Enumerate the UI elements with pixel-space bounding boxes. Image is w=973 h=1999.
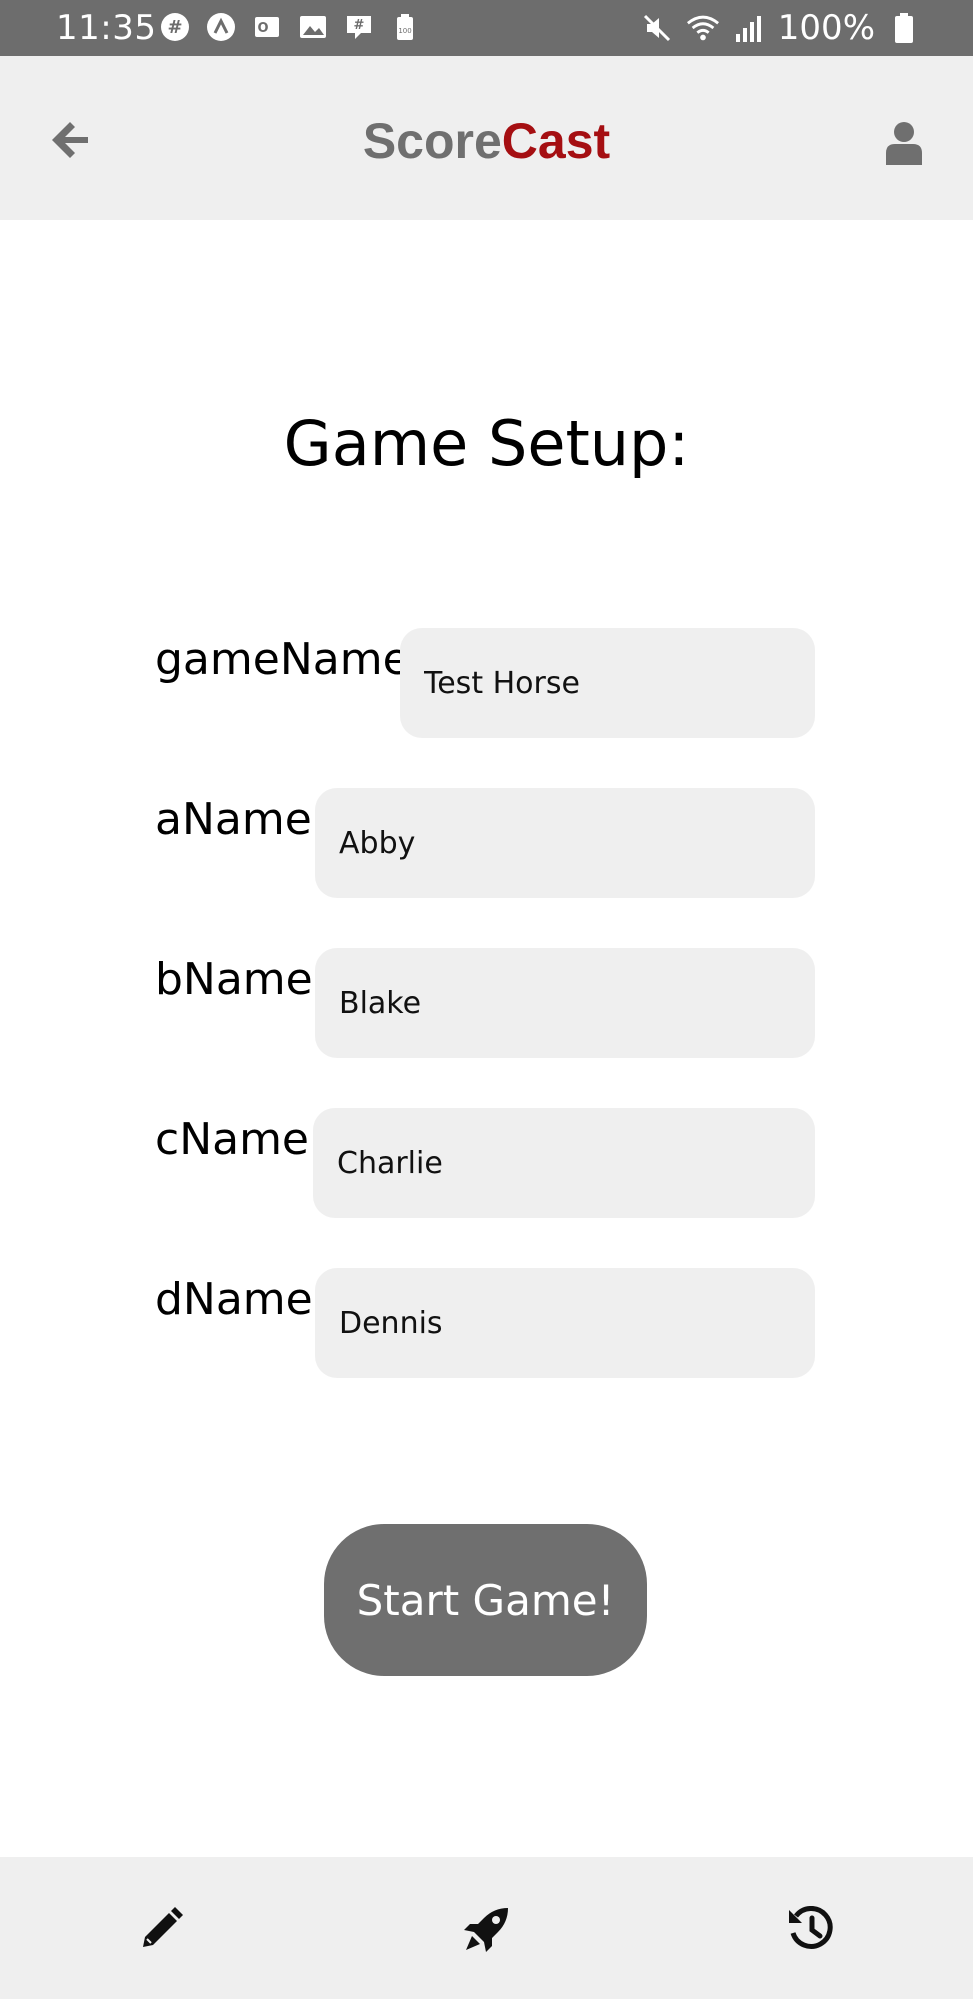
app-title-cast: Cast [501, 113, 611, 169]
wifi-icon [686, 11, 720, 45]
svg-text:O: O [257, 21, 268, 36]
d-name-label: dName: [155, 1274, 328, 1325]
status-bar: 11:35 # O # 100 100% [0, 0, 973, 56]
battery-icon [887, 11, 921, 45]
game-name-input[interactable] [400, 628, 815, 738]
b-name-input[interactable] [315, 948, 815, 1058]
nav-edit-button[interactable] [137, 1905, 185, 1953]
mute-icon [640, 11, 674, 45]
rocket-icon [464, 1908, 508, 1952]
c-name-label: cName: [155, 1114, 324, 1165]
svg-text:#: # [354, 18, 365, 33]
bottom-nav [0, 1857, 973, 1999]
history-icon [789, 1906, 833, 1949]
nav-history-button[interactable] [787, 1905, 835, 1953]
user-icon [886, 122, 922, 165]
app-header: ScoreCast [0, 56, 973, 220]
gallery-icon [296, 10, 330, 44]
screen: 11:35 # O # 100 100% ScoreCast Game Setu… [0, 0, 973, 1999]
c-name-input[interactable] [313, 1108, 815, 1218]
app-title: ScoreCast [0, 111, 973, 171]
page-title: Game Setup: [283, 407, 690, 480]
game-name-label: gameName: [155, 634, 425, 685]
notification-icons: # O # 100 [158, 10, 422, 44]
status-time: 11:35 [56, 8, 157, 48]
svg-text:#: # [167, 17, 182, 38]
battery-percentage: 100% [777, 8, 875, 48]
outlook-icon: O [250, 10, 284, 44]
pencil-icon [143, 1907, 183, 1947]
svg-text:100: 100 [398, 27, 411, 35]
battery-saver-icon: 100 [388, 10, 422, 44]
status-right: 100% [640, 6, 921, 50]
profile-button[interactable] [879, 116, 929, 170]
slack-icon: # [158, 10, 192, 44]
app-icon [204, 10, 238, 44]
a-name-label: aName: [155, 794, 327, 845]
a-name-input[interactable] [315, 788, 815, 898]
start-game-button[interactable]: Start Game! [324, 1524, 647, 1676]
signal-icon [732, 11, 766, 45]
d-name-input[interactable] [315, 1268, 815, 1378]
app-title-score: Score [362, 113, 502, 169]
chat-icon: # [342, 10, 376, 44]
nav-launch-button[interactable] [463, 1905, 511, 1953]
b-name-label: bName: [155, 954, 328, 1005]
